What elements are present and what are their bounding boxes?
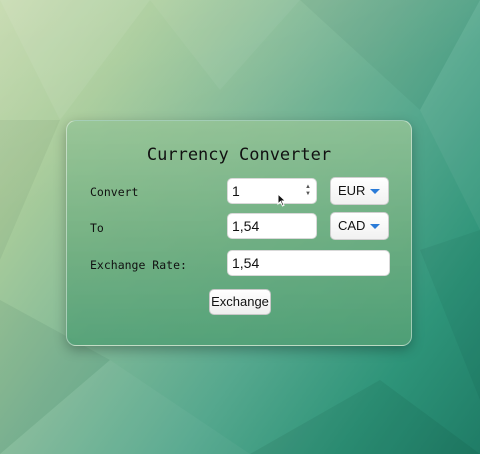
from-currency-select[interactable]: EUR xyxy=(330,177,389,205)
convert-label: Convert xyxy=(90,185,139,199)
page-title: Currency Converter xyxy=(146,145,332,165)
to-label: To xyxy=(90,221,104,235)
dropdown-caret-icon xyxy=(370,189,380,194)
mouse-pointer-icon xyxy=(277,193,287,207)
to-currency-value: CAD xyxy=(338,218,366,233)
converted-value: 1,54 xyxy=(232,218,260,234)
dropdown-caret-icon xyxy=(370,224,380,229)
exchange-button[interactable]: Exchange xyxy=(209,289,271,315)
amount-input[interactable]: 1 ▲ ▼ xyxy=(227,178,317,204)
exchange-rate-field[interactable]: 1,54 xyxy=(227,250,390,276)
chevron-up-icon[interactable]: ▲ xyxy=(305,184,311,191)
amount-stepper[interactable]: ▲ ▼ xyxy=(304,182,312,200)
exchange-rate-label: Exchange Rate: xyxy=(90,258,187,272)
amount-value: 1 xyxy=(232,183,240,199)
converted-amount-field[interactable]: 1,54 xyxy=(227,213,317,239)
chevron-down-icon[interactable]: ▼ xyxy=(305,191,311,198)
to-currency-select[interactable]: CAD xyxy=(330,212,389,240)
from-currency-value: EUR xyxy=(338,183,366,198)
currency-converter-card: Currency Converter Convert 1 ▲ ▼ EUR To … xyxy=(66,120,412,346)
exchange-rate-value: 1,54 xyxy=(232,255,260,271)
